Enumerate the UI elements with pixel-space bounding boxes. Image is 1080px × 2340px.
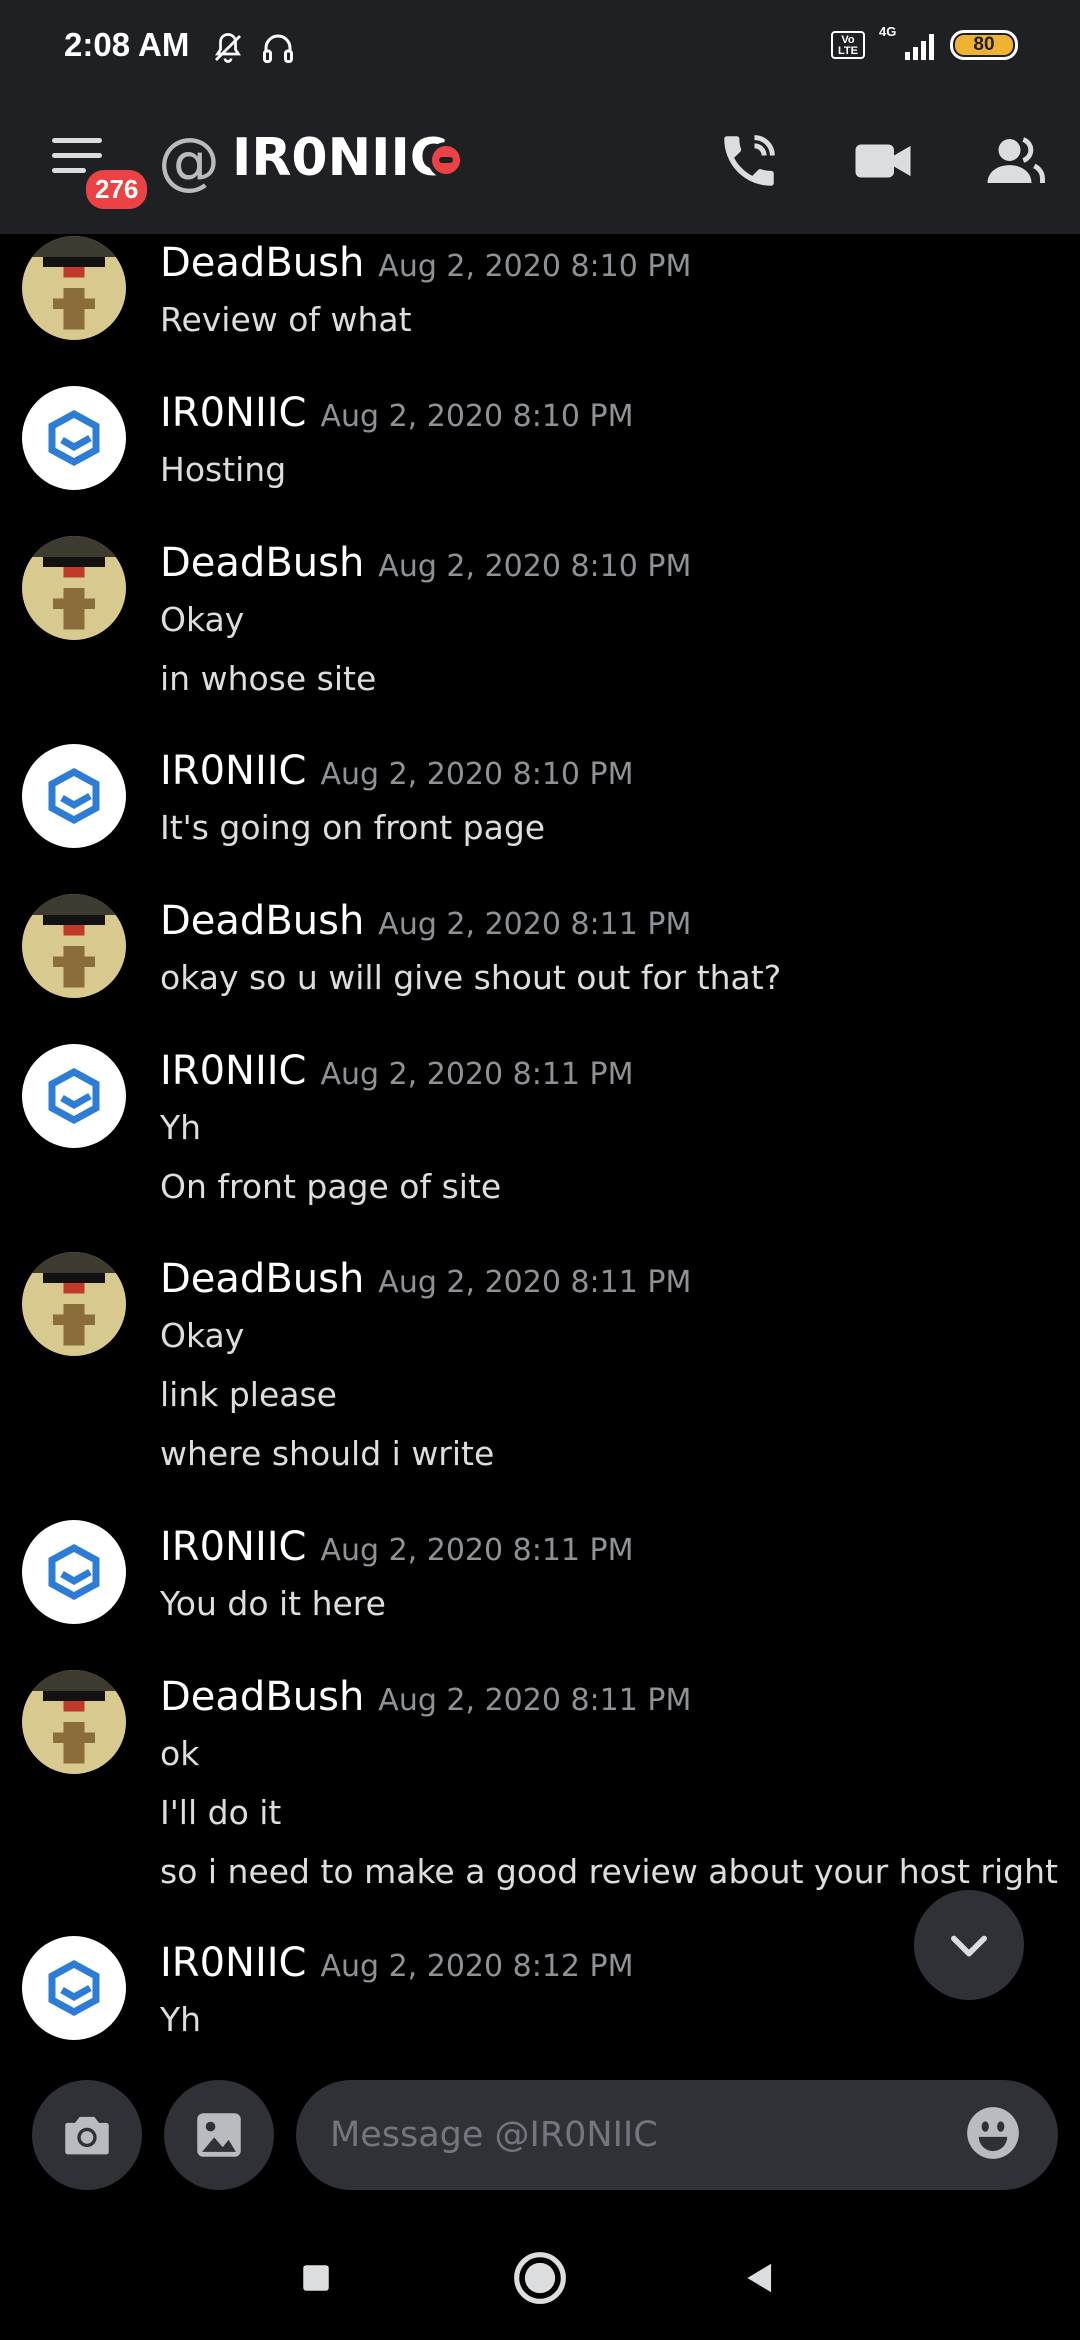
at-icon: @ — [158, 124, 220, 197]
message-timestamp: Aug 2, 2020 8:10 PM — [378, 249, 692, 284]
message-text: Review of what — [160, 300, 412, 339]
message-timestamp: Aug 2, 2020 8:11 PM — [378, 1265, 692, 1300]
voice-call-icon[interactable] — [716, 128, 782, 194]
message-text: Okay — [160, 1316, 245, 1355]
status-notification-icons — [210, 30, 296, 66]
channel-title[interactable]: IR0NIIC — [232, 128, 448, 188]
headset-icon — [263, 34, 293, 63]
message-text: in whose site — [160, 659, 377, 698]
message-text: where should i write — [160, 1434, 495, 1473]
ironiic-avatar[interactable] — [22, 1936, 126, 2040]
battery-icon: 80 — [950, 30, 1018, 60]
message-author[interactable]: IR0NIIC Aug 2, 2020 8:10 PM — [160, 390, 634, 436]
message-timestamp: Aug 2, 2020 8:10 PM — [378, 549, 692, 584]
deadbush-avatar[interactable] — [22, 1670, 126, 1774]
unread-badge: 276 — [82, 166, 152, 213]
status-system-icons: Vo LTE 4G 80 — [831, 24, 1018, 60]
deadbush-avatar[interactable] — [22, 236, 126, 340]
message-author[interactable]: IR0NIIC Aug 2, 2020 8:12 PM — [160, 1940, 634, 1986]
smiley-icon — [967, 2107, 1019, 2159]
jump-to-bottom-button[interactable] — [914, 1890, 1024, 2000]
message-text: Yh — [160, 2000, 202, 2039]
chevron-down-icon — [951, 1935, 987, 1957]
deadbush-avatar[interactable] — [22, 894, 126, 998]
message-timestamp: Aug 2, 2020 8:12 PM — [320, 1949, 634, 1984]
ironiic-avatar[interactable] — [22, 1520, 126, 1624]
message-timestamp: Aug 2, 2020 8:11 PM — [378, 1683, 692, 1718]
message-author[interactable]: DeadBush Aug 2, 2020 8:11 PM — [160, 1674, 691, 1720]
message-composer — [0, 2054, 1080, 2214]
message-author[interactable]: DeadBush Aug 2, 2020 8:10 PM — [160, 540, 691, 586]
message-author[interactable]: DeadBush Aug 2, 2020 8:11 PM — [160, 1256, 691, 1302]
message-text: Yh — [160, 1108, 202, 1147]
dnd-status-icon — [428, 142, 464, 178]
message-text: Hosting — [160, 450, 287, 489]
deadbush-avatar[interactable] — [22, 536, 126, 640]
home-circle-icon — [514, 2252, 566, 2304]
message-text: okay so u will give shout out for that? — [160, 958, 782, 997]
video-call-icon[interactable] — [850, 128, 916, 194]
camera-icon — [65, 2116, 109, 2155]
message-author[interactable]: DeadBush Aug 2, 2020 8:10 PM — [160, 240, 691, 286]
message-text: link please — [160, 1375, 337, 1414]
message-text: I'll do it — [160, 1793, 282, 1832]
message-text: ok — [160, 1734, 200, 1773]
muted-bell-icon — [214, 33, 242, 63]
network-type: 4G — [879, 24, 897, 39]
message-text: It's going on front page — [160, 808, 546, 847]
emoji-button[interactable] — [962, 2102, 1024, 2164]
message-text: You do it here — [160, 1584, 386, 1623]
image-icon — [197, 2113, 241, 2157]
back-button[interactable] — [730, 2248, 790, 2308]
message-input[interactable] — [296, 2080, 1058, 2190]
message-timestamp: Aug 2, 2020 8:11 PM — [320, 1533, 634, 1568]
message-text: Okay — [160, 600, 245, 639]
deadbush-avatar[interactable] — [22, 1252, 126, 1356]
gallery-button[interactable] — [164, 2080, 274, 2190]
message-author[interactable]: IR0NIIC Aug 2, 2020 8:10 PM — [160, 748, 634, 794]
ironiic-avatar[interactable] — [22, 386, 126, 490]
message-author[interactable]: IR0NIIC Aug 2, 2020 8:11 PM — [160, 1048, 634, 1094]
status-time: 2:08 AM — [64, 26, 190, 63]
volte-icon: Vo LTE — [831, 31, 865, 59]
camera-button[interactable] — [32, 2080, 142, 2190]
status-bar: 2:08 AM Vo LTE 4G 80 — [0, 0, 1080, 80]
back-triangle-icon — [747, 2263, 772, 2293]
message-author[interactable]: DeadBush Aug 2, 2020 8:11 PM — [160, 898, 691, 944]
message-list[interactable]: DeadBush Aug 2, 2020 8:10 PM Review of wh… — [0, 234, 1080, 2054]
battery-level: 80 — [955, 34, 1013, 55]
message-author[interactable]: IR0NIIC Aug 2, 2020 8:11 PM — [160, 1524, 634, 1570]
recents-button[interactable] — [286, 2248, 346, 2308]
message-timestamp: Aug 2, 2020 8:11 PM — [378, 907, 692, 942]
message-text: so i need to make a good review about yo… — [160, 1852, 1058, 1891]
system-nav-bar — [0, 2214, 1080, 2340]
message-timestamp: Aug 2, 2020 8:10 PM — [320, 757, 634, 792]
members-icon[interactable] — [982, 128, 1048, 194]
message-text: On front page of site — [160, 1167, 502, 1206]
message-timestamp: Aug 2, 2020 8:11 PM — [320, 1057, 634, 1092]
ironiic-avatar[interactable] — [22, 744, 126, 848]
dm-header: 276 @ IR0NIIC — [0, 80, 1080, 234]
signal-icon: 4G — [879, 24, 934, 60]
home-button[interactable] — [510, 2248, 570, 2308]
message-timestamp: Aug 2, 2020 8:10 PM — [320, 399, 634, 434]
square-icon — [303, 2265, 329, 2291]
ironiic-avatar[interactable] — [22, 1044, 126, 1148]
